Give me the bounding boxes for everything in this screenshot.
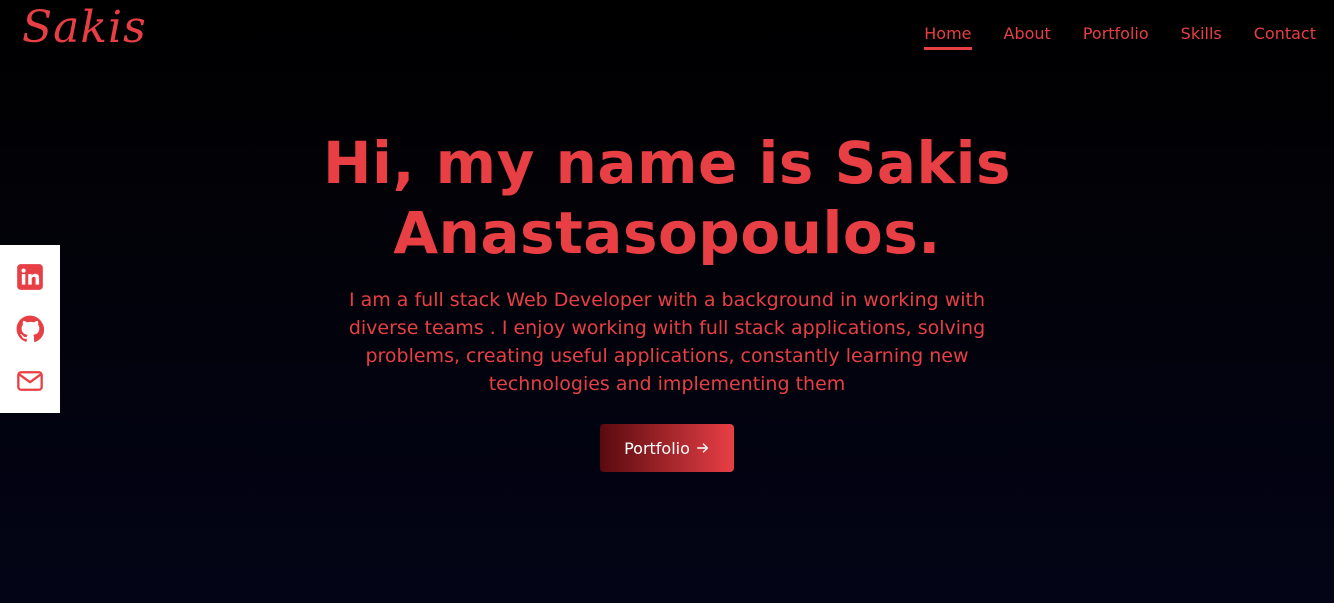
nav-about[interactable]: About [1004, 22, 1051, 46]
portfolio-button[interactable]: Portfolio [600, 424, 734, 472]
main-nav: Home About Portfolio Skills Contact [924, 22, 1316, 50]
nav-portfolio[interactable]: Portfolio [1083, 22, 1149, 46]
hero-description: I am a full stack Web Developer with a b… [348, 289, 986, 395]
nav-skills[interactable]: Skills [1181, 22, 1222, 46]
nav-home[interactable]: Home [924, 22, 972, 50]
nav-contact[interactable]: Contact [1254, 22, 1316, 46]
logo[interactable]: Sakis [22, 2, 147, 54]
hero-section: Hi, my name is Sakis Anastasopoulos. I a… [0, 128, 1334, 472]
arrow-right-icon [696, 443, 708, 453]
hero-title: Hi, my name is Sakis Anastasopoulos. [323, 129, 1011, 267]
portfolio-button-label: Portfolio [624, 438, 690, 458]
